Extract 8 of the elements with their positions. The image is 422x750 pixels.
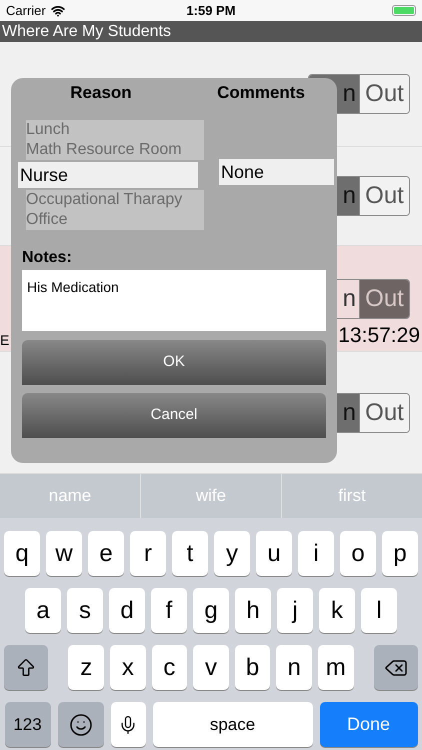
notes-label: Notes: <box>22 248 73 268</box>
student-name: E <box>0 331 10 350</box>
carrier-label: Carrier <box>6 2 46 20</box>
time-label: 13:57:29 <box>338 322 421 348</box>
column-header: Reason <box>69 82 133 104</box>
column-header: Comments <box>216 82 306 104</box>
title-bar: Where Are My Students <box>0 21 422 42</box>
clock: 1:59 PM <box>186 2 236 20</box>
